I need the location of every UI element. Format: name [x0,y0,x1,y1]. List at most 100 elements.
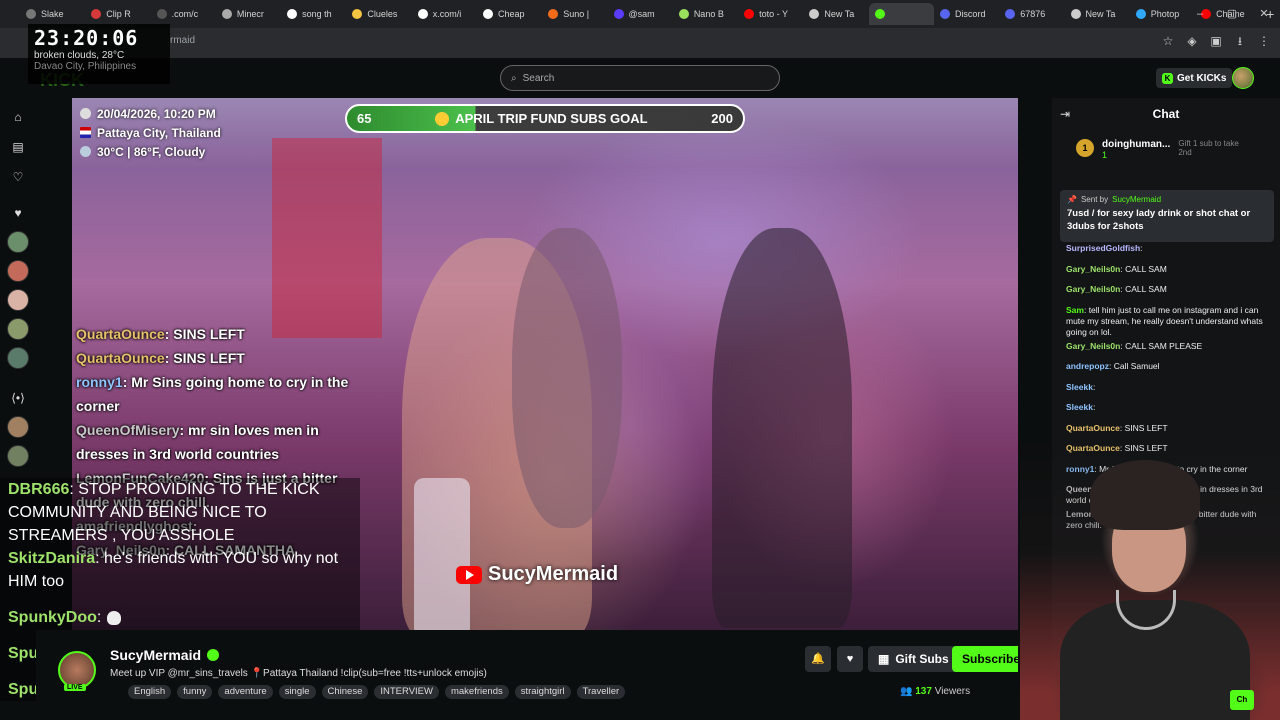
overlay-date: 20/04/2026, 10:20 PM [97,106,216,121]
maximize-button[interactable]: ▢ [1216,0,1248,28]
tab-label: New Ta [1085,9,1116,19]
browse-icon[interactable]: ▤ [7,136,29,158]
stream-tag[interactable]: makefriends [444,685,509,699]
chat-message: Gary_Neils0n: CALL SAM [1066,261,1266,282]
browser-tab[interactable]: @sam [608,3,673,25]
pinned-message[interactable]: 📌 Sent by SucyMermaid 7usd / for sexy la… [1060,190,1274,242]
flag-icon [80,127,91,138]
gift-subs-button[interactable]: ▦ Gift Subs [868,646,959,672]
followed-channel-avatar[interactable] [7,260,29,282]
skull-emote-icon [107,610,122,625]
download-icon[interactable]: ⭳ [1232,33,1248,49]
gift-subs-label: Gift Subs [895,652,949,666]
followed-channel-avatar[interactable] [7,318,29,340]
url-text[interactable]: rmaid [170,35,195,46]
viewers-icon: 👥 [900,686,913,697]
chat-username[interactable]: andrepopz [1066,361,1109,371]
tab-favicon-icon [1135,9,1146,19]
browser-tab[interactable]: x.com/i [412,3,477,25]
tab-favicon-icon [156,9,167,19]
chat-message: Sleekk: [1066,379,1266,400]
browser-tab[interactable]: New Ta [803,3,868,25]
followed-channel-avatar[interactable] [7,445,29,467]
browser-tab[interactable]: Suno | [542,3,607,25]
chat-username[interactable]: Gary_Neils0n [1066,284,1120,294]
extension-icon[interactable]: ◈ [1184,33,1200,49]
chat-username[interactable]: QuartaOunce [1066,423,1120,433]
browser-tab[interactable]: 67876 [999,3,1064,25]
browser-tab[interactable]: song th [281,3,346,25]
pin-icon: 📌 [1067,195,1077,204]
browser-tab[interactable]: New Ta [1065,3,1130,25]
stream-tag[interactable]: Chinese [321,685,369,699]
chat-message: Sam: tell him just to call me on instagr… [1066,302,1266,338]
chat-message: SurprisedGoldfish: [1066,240,1266,261]
chat-username[interactable]: Sleekk [1066,402,1093,412]
browser-tab[interactable]: Clip R [85,3,150,25]
chat-text: : CALL SAM PLEASE [1120,340,1203,351]
video-scene-bottle [414,478,470,630]
close-window-button[interactable]: ✕ [1248,0,1280,28]
chat-username[interactable]: Sleekk [1066,382,1093,392]
chat-username[interactable]: Gary_Neils0n [1066,264,1120,274]
search-input[interactable]: ⌕ Search [500,65,780,91]
pinned-sender[interactable]: SucyMermaid [1112,195,1161,204]
subscribe-button[interactable]: Subscribe [952,646,1018,672]
external-chat-text: : [96,609,102,626]
browser-tab[interactable]: Minecr [216,3,281,25]
stream-tag[interactable]: Traveller [576,685,626,699]
user-avatar[interactable] [1232,67,1254,89]
following-icon[interactable]: ♡ [7,166,29,188]
followed-channel-avatar[interactable] [7,289,29,311]
browser-tab[interactable]: Clueles [346,3,411,25]
followed-channel-avatar[interactable] [7,347,29,369]
minimize-button[interactable]: – [1184,0,1216,28]
leader-username[interactable]: doinghuman... [1102,139,1170,150]
stream-tag[interactable]: INTERVIEW [374,685,439,699]
home-icon[interactable]: ⌂ [7,106,29,128]
tab-label: 67876 [1020,9,1046,19]
tab-favicon-icon [26,9,36,19]
puzzle-icon[interactable]: ▣ [1208,33,1224,49]
browser-tab[interactable]: .com/c [151,3,216,25]
tab-favicon-icon [482,9,493,19]
streamer-name-text: SucyMermaid [110,647,202,663]
stream-tag[interactable]: single [278,685,316,699]
browser-tab[interactable]: Cheap [477,3,542,25]
overlay-chat-line: ronny1: Mr Sins going home to cry in the… [76,370,366,418]
chat-text: : SINS LEFT [1119,422,1168,433]
follow-heart-button[interactable]: ♥ [837,646,863,672]
overlay-chat-user: QuartaOunce [76,350,165,366]
expand-icon[interactable]: ⟨•⟩ [7,387,29,409]
followed-channel-avatar[interactable] [7,231,29,253]
followed-channel-avatar[interactable] [7,416,29,438]
chat-username[interactable]: Gary_Neils0n [1066,341,1120,351]
browser-tab[interactable] [868,3,934,25]
browser-tab-bar: Slake Clip R .com/c Minecr song th Clueles x.c… [0,0,1280,28]
chat-username[interactable]: Sam [1066,305,1084,315]
overlay-chat-user: ronny1 [76,374,123,390]
streamer-name[interactable]: SucyMermaid [110,647,220,663]
stream-tag[interactable]: adventure [218,685,273,699]
notification-bell-button[interactable]: 🔔 [805,646,831,672]
tab-label: x.com/i [432,9,462,19]
browser-tab[interactable]: Discord [934,3,999,25]
chat-send-button[interactable]: Ch [1230,690,1254,710]
browser-tab[interactable]: Slake [20,3,85,25]
browser-tab[interactable]: Nano B [673,3,738,25]
stream-tag[interactable]: English [128,685,172,699]
star-icon[interactable]: ☆ [1160,33,1176,49]
tab-label: Slake [41,9,64,19]
stream-tag[interactable]: straightgirl [514,685,571,699]
webcam-hair [1090,460,1200,530]
browser-tab[interactable]: toto - Y [738,3,803,25]
stream-tag[interactable]: funny [177,685,213,699]
chat-text: : [1140,243,1143,253]
chat-username[interactable]: SurprisedGoldfish [1066,243,1140,253]
get-kicks-button[interactable]: K Get KICKs [1156,68,1233,88]
clock-time: 23:20:06 [34,26,139,50]
chat-message: andrepopz: Call Samuel [1066,358,1266,379]
viewer-count: 👥 137 Viewers [900,686,970,697]
tab-favicon-icon [417,9,428,19]
menu-icon[interactable]: ⋮ [1256,33,1272,49]
